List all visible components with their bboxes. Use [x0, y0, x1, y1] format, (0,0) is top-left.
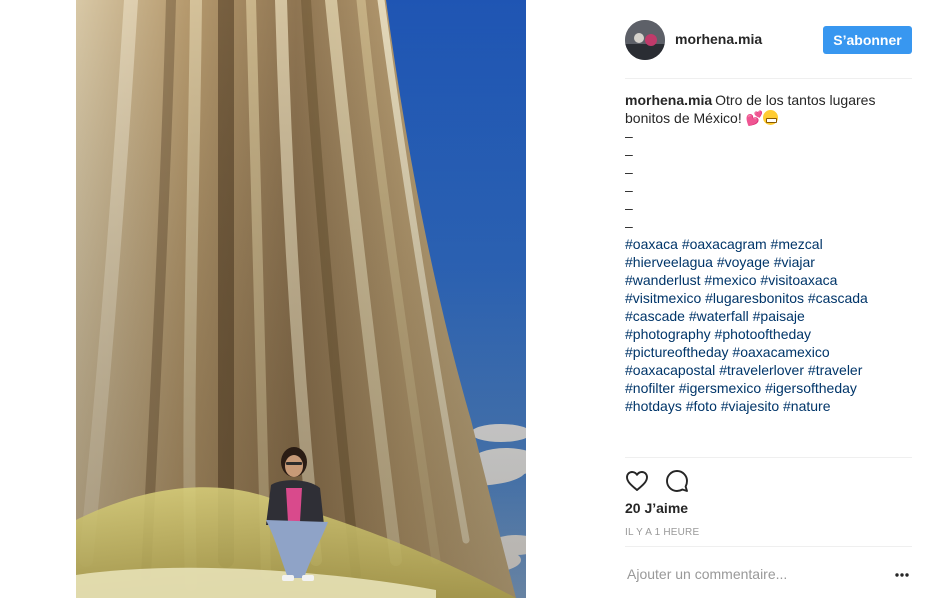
comment-bubble-icon[interactable] — [665, 469, 689, 493]
hashtag-link[interactable]: #cascade — [625, 308, 685, 324]
comment-input[interactable] — [627, 559, 877, 589]
caption-dash: – — [625, 200, 633, 216]
hashtag-link[interactable]: #mexico — [704, 272, 756, 288]
post-sidebar: morhena.mia S’abonner morhena.mia Otro de… — [608, 0, 935, 598]
like-count[interactable]: 20 J’aime — [625, 500, 688, 516]
caption-dash: – — [625, 164, 633, 180]
header-divider — [625, 78, 912, 79]
hashtag-link[interactable]: #waterfall — [689, 308, 749, 324]
hashtag-link[interactable]: #pictureoftheday — [625, 344, 729, 360]
hashtag-link[interactable]: #nofilter — [625, 380, 675, 396]
hashtag-list: #oaxaca #oaxacagram #mezcal #hierveelagua… — [625, 235, 915, 415]
username[interactable]: morhena.mia — [675, 31, 762, 47]
hashtag-line: #visitmexico #lugaresbonitos #cascada — [625, 289, 915, 307]
avatar[interactable] — [625, 20, 665, 60]
hashtag-link[interactable]: #photography — [625, 326, 711, 342]
avatar-image — [625, 20, 665, 60]
post-header: morhena.mia S’abonner — [625, 20, 912, 60]
hashtag-link[interactable]: #cascada — [808, 290, 868, 306]
hashtag-line: #hierveelagua #voyage #viajar — [625, 253, 915, 271]
photo-travertine-falls — [76, 0, 526, 598]
hashtag-link[interactable]: #igersmexico — [679, 380, 761, 396]
hashtag-link[interactable]: #visitoaxaca — [760, 272, 837, 288]
hashtag-link[interactable]: #visitmexico — [625, 290, 701, 306]
hashtag-link[interactable]: #voyage — [717, 254, 770, 270]
post-timestamp[interactable]: IL Y A 1 HEURE — [625, 527, 699, 538]
caption-dash: – — [625, 182, 633, 198]
caption-dash: – — [625, 218, 633, 234]
hashtag-line: #hotdays #foto #viajesito #nature — [625, 397, 915, 415]
hashtag-line: #pictureoftheday #oaxacamexico — [625, 343, 915, 361]
caption: morhena.mia Otro de los tantos lugares bo… — [625, 91, 915, 415]
heart-emoji: 💕 — [745, 110, 764, 126]
hashtag-link[interactable]: #foto — [686, 398, 717, 414]
hashtag-link[interactable]: #oaxacamexico — [732, 344, 829, 360]
hashtag-line: #wanderlust #mexico #visitoaxaca — [625, 271, 915, 289]
more-options-icon[interactable] — [894, 568, 910, 580]
hashtag-line: #oaxaca #oaxacagram #mezcal — [625, 235, 915, 253]
hashtag-line: #cascade #waterfall #paisaje — [625, 307, 915, 325]
hashtag-link[interactable]: #oaxacagram — [682, 236, 767, 252]
grinning-face-emoji — [763, 110, 779, 125]
follow-button[interactable]: S’abonner — [823, 26, 912, 54]
hashtag-link[interactable]: #traveler — [808, 362, 862, 378]
hashtag-link[interactable]: #wanderlust — [625, 272, 701, 288]
hashtag-link[interactable]: #viajar — [774, 254, 815, 270]
comment-section — [625, 547, 912, 598]
hashtag-link[interactable]: #paisaje — [753, 308, 805, 324]
hashtag-link[interactable]: #hierveelagua — [625, 254, 713, 270]
hashtag-link[interactable]: #hotdays — [625, 398, 682, 414]
heart-icon[interactable] — [625, 469, 649, 493]
caption-author[interactable]: morhena.mia — [625, 92, 712, 108]
hashtag-link[interactable]: #lugaresbonitos — [705, 290, 804, 306]
hashtag-link[interactable]: #nature — [783, 398, 830, 414]
hashtag-link[interactable]: #igersoftheday — [765, 380, 857, 396]
hashtag-line: #photography #photooftheday — [625, 325, 915, 343]
hashtag-line: #nofilter #igersmexico #igersoftheday — [625, 379, 915, 397]
caption-dash: – — [625, 146, 633, 162]
hashtag-link[interactable]: #mezcal — [771, 236, 823, 252]
hashtag-line: #oaxacapostal #travelerlover #traveler — [625, 361, 915, 379]
hashtag-link[interactable]: #oaxacapostal — [625, 362, 715, 378]
instagram-post: morhena.mia S’abonner morhena.mia Otro de… — [0, 0, 935, 598]
caption-dash: – — [625, 128, 633, 144]
hashtag-link[interactable]: #oaxaca — [625, 236, 678, 252]
hashtag-link[interactable]: #viajesito — [721, 398, 779, 414]
actions-divider — [625, 457, 912, 458]
post-photo[interactable] — [76, 0, 526, 598]
hashtag-link[interactable]: #photooftheday — [715, 326, 812, 342]
action-bar — [625, 469, 705, 493]
hashtag-link[interactable]: #travelerlover — [719, 362, 804, 378]
